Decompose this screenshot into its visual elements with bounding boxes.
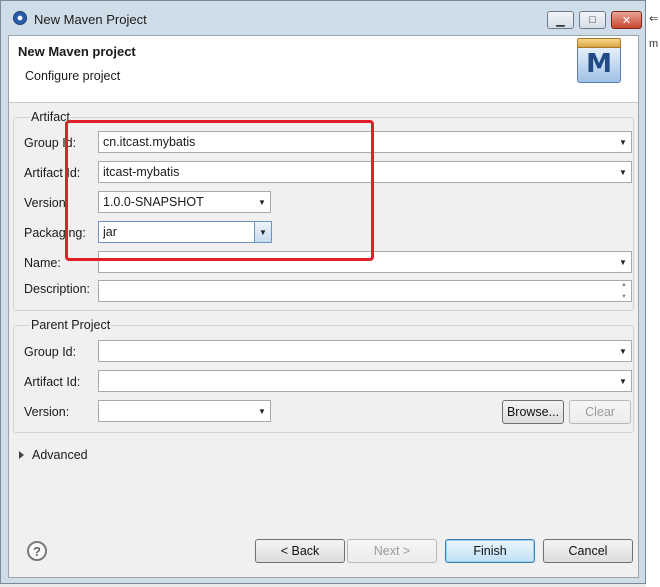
parent-artifact-id-label: Artifact Id: <box>24 375 81 389</box>
eclipse-icon <box>13 11 27 25</box>
maximize-button[interactable]: □ <box>579 11 606 29</box>
parent-version-label: Version: <box>24 405 70 419</box>
group-id-combo[interactable]: cn.itcast.mybatis ▼ <box>98 131 632 153</box>
dialog-body: New Maven project Configure project M Ar… <box>8 35 639 578</box>
background-fragment: ⇐ <box>649 13 659 25</box>
packaging-combo[interactable]: jar ▼ <box>98 221 272 243</box>
parent-group-id-label: Group Id: <box>24 345 77 359</box>
close-button[interactable]: ✕ <box>611 11 642 29</box>
cancel-button[interactable]: Cancel <box>543 539 633 563</box>
chevron-right-icon <box>19 451 24 459</box>
clear-button[interactable]: Clear <box>569 400 631 424</box>
maven-logo-icon: M <box>577 38 621 83</box>
version-combo[interactable]: 1.0.0-SNAPSHOT ▼ <box>98 191 271 213</box>
name-combo[interactable]: ▼ <box>98 251 632 273</box>
parent-artifact-id-combo[interactable]: ▼ <box>98 370 632 392</box>
group-id-label: Group Id: <box>24 136 77 150</box>
artifact-legend: Artifact <box>30 110 71 124</box>
maven-logo-letter: M <box>586 49 612 79</box>
back-button[interactable]: < Back <box>255 539 345 563</box>
browse-button[interactable]: Browse... <box>502 400 564 424</box>
chevron-down-icon[interactable]: ▼ <box>254 222 271 242</box>
chevron-down-icon[interactable]: ▼ <box>615 341 631 361</box>
name-label: Name: <box>24 256 61 270</box>
description-label: Description: <box>24 282 90 296</box>
chevron-down-icon[interactable]: ▼ <box>254 401 270 421</box>
window-title: New Maven Project <box>34 12 147 27</box>
packaging-value: jar <box>103 225 117 239</box>
parent-group-id-combo[interactable]: ▼ <box>98 340 632 362</box>
artifact-id-value: itcast-mybatis <box>103 165 180 179</box>
new-maven-project-dialog: New Maven Project ▁ □ ✕ New Maven projec… <box>0 0 646 584</box>
description-scroll[interactable]: ▲ ▼ <box>618 282 630 300</box>
scroll-up-icon[interactable]: ▲ <box>621 282 627 288</box>
chevron-down-icon[interactable]: ▼ <box>615 132 631 152</box>
description-field[interactable]: ▲ ▼ <box>98 280 632 302</box>
advanced-toggle[interactable]: Advanced <box>19 448 88 462</box>
version-label: Version: <box>24 196 70 210</box>
scroll-down-icon[interactable]: ▼ <box>621 294 627 300</box>
background-window-edge: ⇐ m <box>646 0 660 587</box>
chevron-down-icon[interactable]: ▼ <box>254 192 270 212</box>
chevron-down-icon[interactable]: ▼ <box>615 371 631 391</box>
advanced-label: Advanced <box>32 448 88 462</box>
version-value: 1.0.0-SNAPSHOT <box>103 195 204 209</box>
wizard-subtitle: Configure project <box>25 69 121 83</box>
chevron-down-icon[interactable]: ▼ <box>615 252 631 272</box>
finish-button[interactable]: Finish <box>445 539 535 563</box>
next-button[interactable]: Next > <box>347 539 437 563</box>
artifact-id-label: Artifact Id: <box>24 166 81 180</box>
chevron-down-icon[interactable]: ▼ <box>615 162 631 182</box>
wizard-title: New Maven project <box>18 44 136 59</box>
minimize-button[interactable]: ▁ <box>547 11 574 29</box>
title-bar[interactable]: New Maven Project ▁ □ ✕ <box>1 1 645 35</box>
packaging-label: Packaging: <box>24 226 86 240</box>
background-fragment: m <box>649 38 659 50</box>
artifact-id-combo[interactable]: itcast-mybatis ▼ <box>98 161 632 183</box>
group-id-value: cn.itcast.mybatis <box>103 135 196 149</box>
parent-project-legend: Parent Project <box>30 318 112 332</box>
parent-version-combo[interactable]: ▼ <box>98 400 271 422</box>
help-icon[interactable]: ? <box>27 541 47 561</box>
wizard-header: New Maven project Configure project M <box>9 36 638 103</box>
